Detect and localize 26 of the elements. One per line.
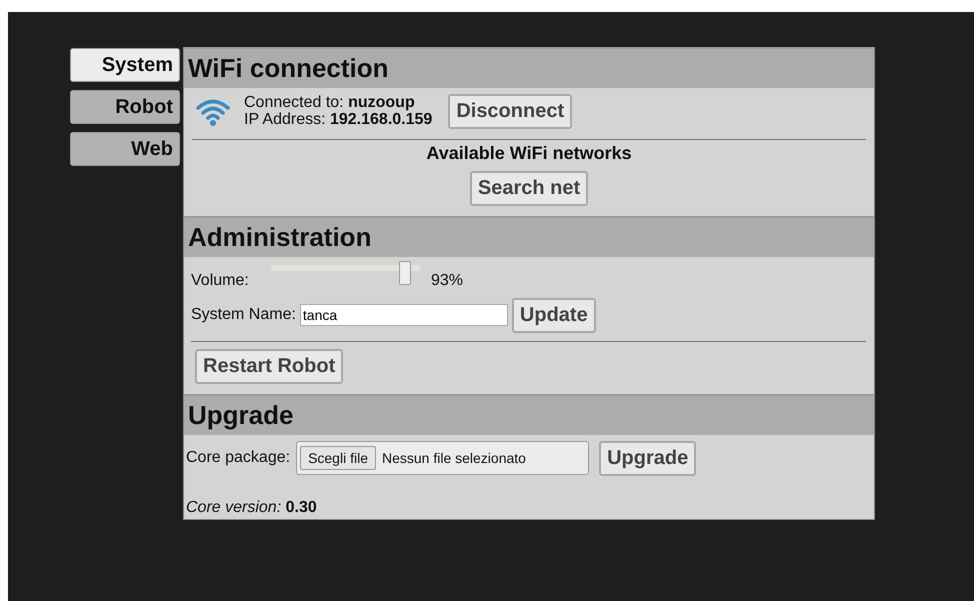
tab[interactable]: Robot	[70, 90, 180, 124]
file-input[interactable]: Scegli file Nessun file selezionato	[296, 441, 590, 476]
slider-thumb[interactable]	[399, 261, 412, 286]
section-title: Administration	[184, 216, 874, 257]
upgrade-button[interactable]: Upgrade	[599, 440, 696, 476]
disconnect-button[interactable]: Disconnect	[448, 94, 572, 129]
system-name-field[interactable]: tanca	[300, 304, 508, 326]
restart-button[interactable]: Restart Robot	[195, 348, 344, 384]
core-version-text: Core version: 0.30	[186, 500, 318, 516]
search-button[interactable]: Search net	[470, 170, 588, 206]
networks-heading: Available WiFi networks	[426, 144, 632, 163]
choose-file-button[interactable]: Scegli file	[300, 446, 376, 470]
core-package-label: Core package:	[186, 450, 290, 467]
tab[interactable]: Web	[70, 132, 180, 166]
update-button[interactable]: Update	[512, 298, 596, 333]
connected-text: Connected to: nuzooup	[244, 94, 416, 112]
ip-address-text: IP Address: 192.168.0.159	[244, 112, 432, 128]
file-status-text: Nessun file selezionato	[382, 450, 526, 466]
system-name-label: System Name:	[191, 306, 296, 324]
section-title: Upgrade	[184, 394, 874, 435]
volume-reading: 93%	[431, 270, 464, 290]
section-title: WiFi connection	[184, 47, 874, 88]
volume-label: Volume:	[191, 270, 250, 290]
tab[interactable]: System	[70, 48, 180, 82]
volume-slider[interactable]	[271, 261, 421, 286]
wifi-icon	[196, 98, 230, 126]
